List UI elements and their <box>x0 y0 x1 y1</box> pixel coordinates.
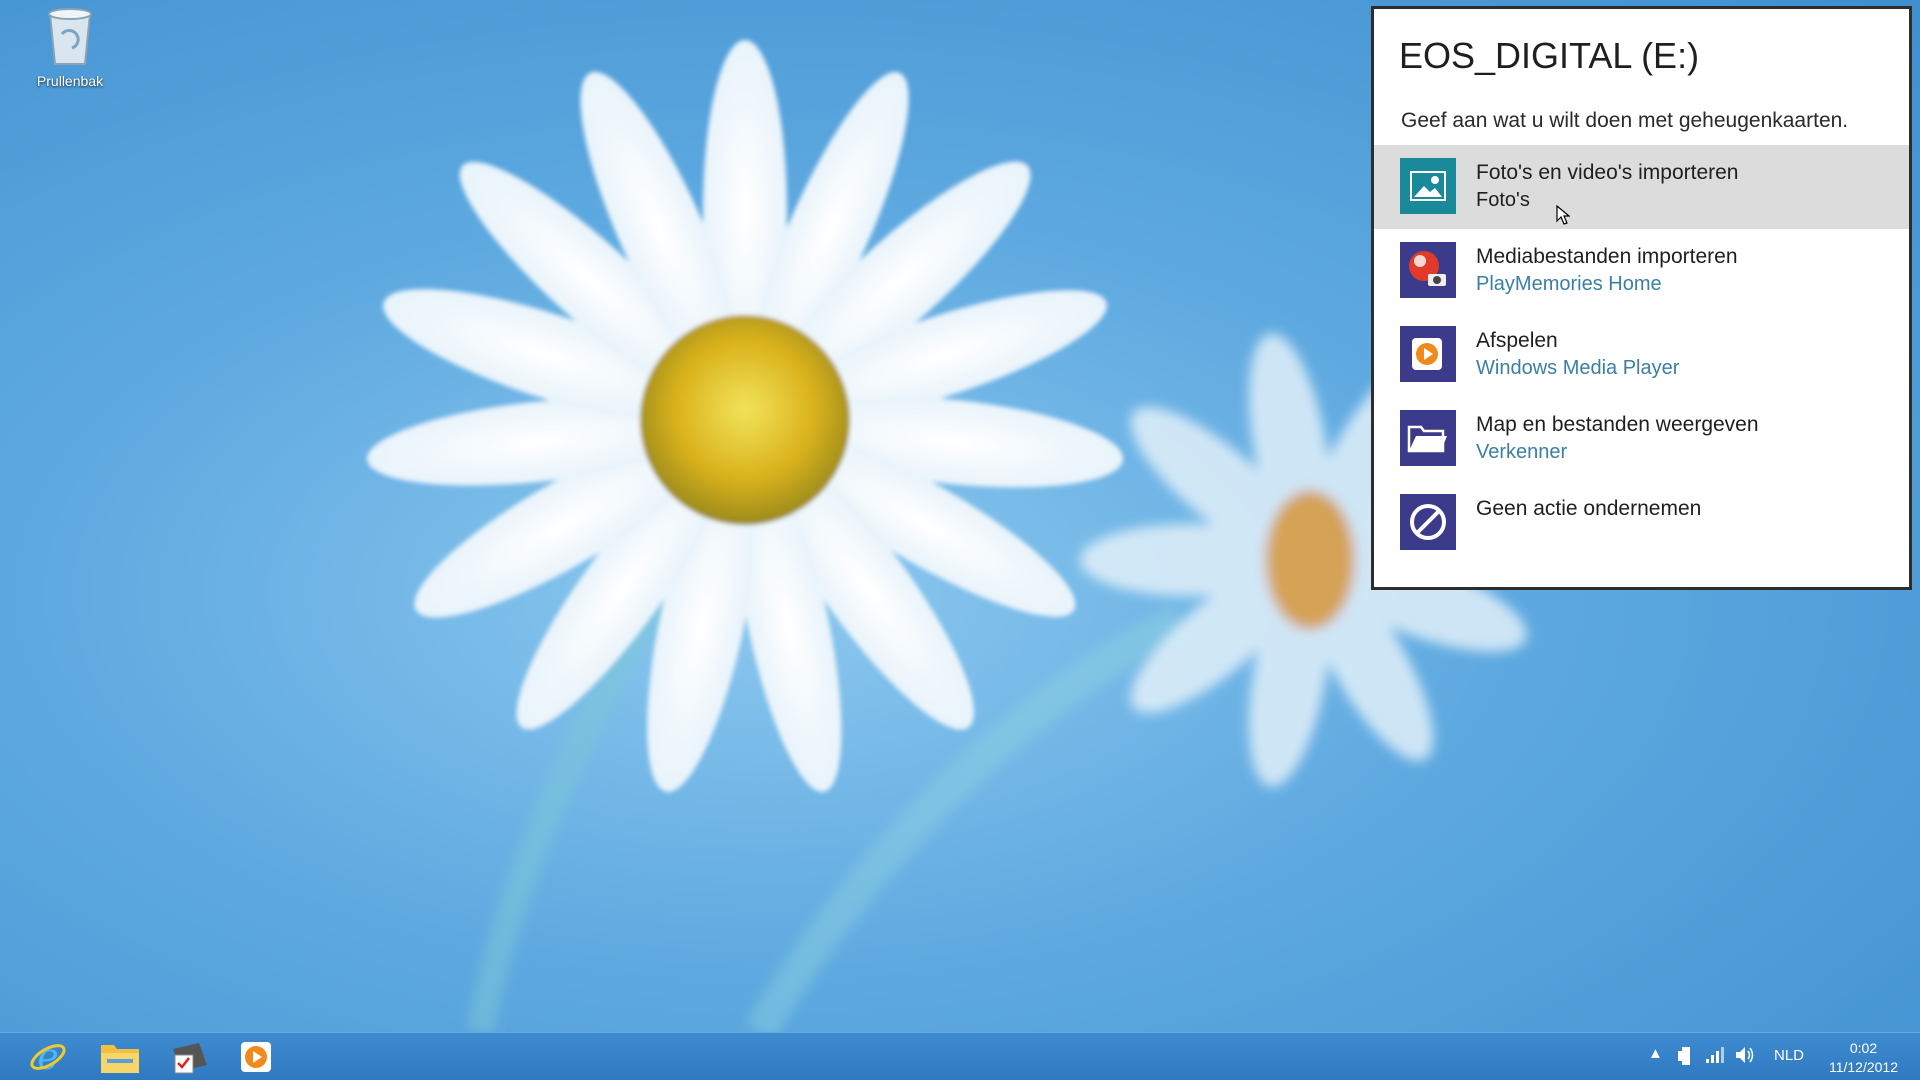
media-player-icon <box>1400 326 1456 382</box>
internet-explorer-icon: e <box>30 1037 66 1077</box>
taskbar-file-explorer[interactable] <box>96 1037 144 1077</box>
option-open-folder[interactable]: Map en bestanden weergeven Verkenner <box>1374 397 1909 481</box>
option-import-photos[interactable]: Foto's en video's importeren Foto's <box>1374 145 1909 229</box>
file-explorer-icon <box>101 1045 139 1073</box>
taskbar-windows-journal[interactable] <box>166 1037 214 1077</box>
clock-time: 0:02 <box>1849 1040 1878 1056</box>
svg-text:e: e <box>37 1037 58 1077</box>
recycle-bin[interactable]: Prullenbak <box>22 4 118 89</box>
taskbar: e ▲ NLD 0:02 11/12/2012 <box>0 1032 1920 1080</box>
option-label: Mediabestanden importeren <box>1476 245 1738 268</box>
option-label: Afspelen <box>1476 329 1558 352</box>
option-play[interactable]: Afspelen Windows Media Player <box>1374 313 1909 397</box>
option-app: Windows Media Player <box>1476 357 1680 379</box>
option-label: Foto's en video's importeren <box>1476 161 1739 184</box>
recycle-bin-icon <box>48 8 92 65</box>
option-app: Verkenner <box>1476 441 1568 463</box>
dialog-subtitle: Geef aan wat u wilt doen met geheugenkaa… <box>1401 109 1849 132</box>
show-hidden-icons-chevron-up-icon[interactable]: ▲ <box>1648 1045 1663 1062</box>
media-player-icon <box>241 1042 271 1072</box>
removable-device-icon[interactable] <box>1676 1045 1696 1067</box>
option-label: Geen actie ondernemen <box>1476 497 1702 520</box>
taskbar-internet-explorer[interactable]: e <box>24 1037 72 1077</box>
network-signal-icon[interactable] <box>1704 1045 1724 1065</box>
option-no-action[interactable]: Geen actie ondernemen <box>1374 481 1909 565</box>
dialog-title: EOS_DIGITAL (E:) <box>1399 35 1700 76</box>
option-app: PlayMemories Home <box>1476 273 1662 295</box>
taskbar-media-player[interactable] <box>232 1037 280 1077</box>
no-action-icon <box>1400 494 1456 550</box>
option-import-media[interactable]: Mediabestanden importeren PlayMemories H… <box>1374 229 1909 313</box>
recycle-bin-label: Prullenbak <box>36 73 104 89</box>
clock[interactable]: 0:02 11/12/2012 <box>1829 1039 1898 1077</box>
option-label: Map en bestanden weergeven <box>1476 413 1759 436</box>
windows-journal-icon <box>173 1043 207 1074</box>
playmemories-icon <box>1400 242 1456 298</box>
autoplay-dialog[interactable]: EOS_DIGITAL (E:) Geef aan wat u wilt doe… <box>1371 6 1912 590</box>
photos-icon <box>1400 158 1456 214</box>
option-app: Foto's <box>1476 189 1530 211</box>
language-indicator[interactable]: NLD <box>1774 1047 1804 1064</box>
volume-icon[interactable] <box>1734 1045 1756 1065</box>
folder-icon <box>1400 410 1456 466</box>
mouse-cursor-icon <box>1556 205 1570 225</box>
desktop: Prullenbak EOS_DIGITAL (E:) Geef aan wat… <box>0 0 1920 1032</box>
clock-date: 11/12/2012 <box>1828 1059 1898 1075</box>
